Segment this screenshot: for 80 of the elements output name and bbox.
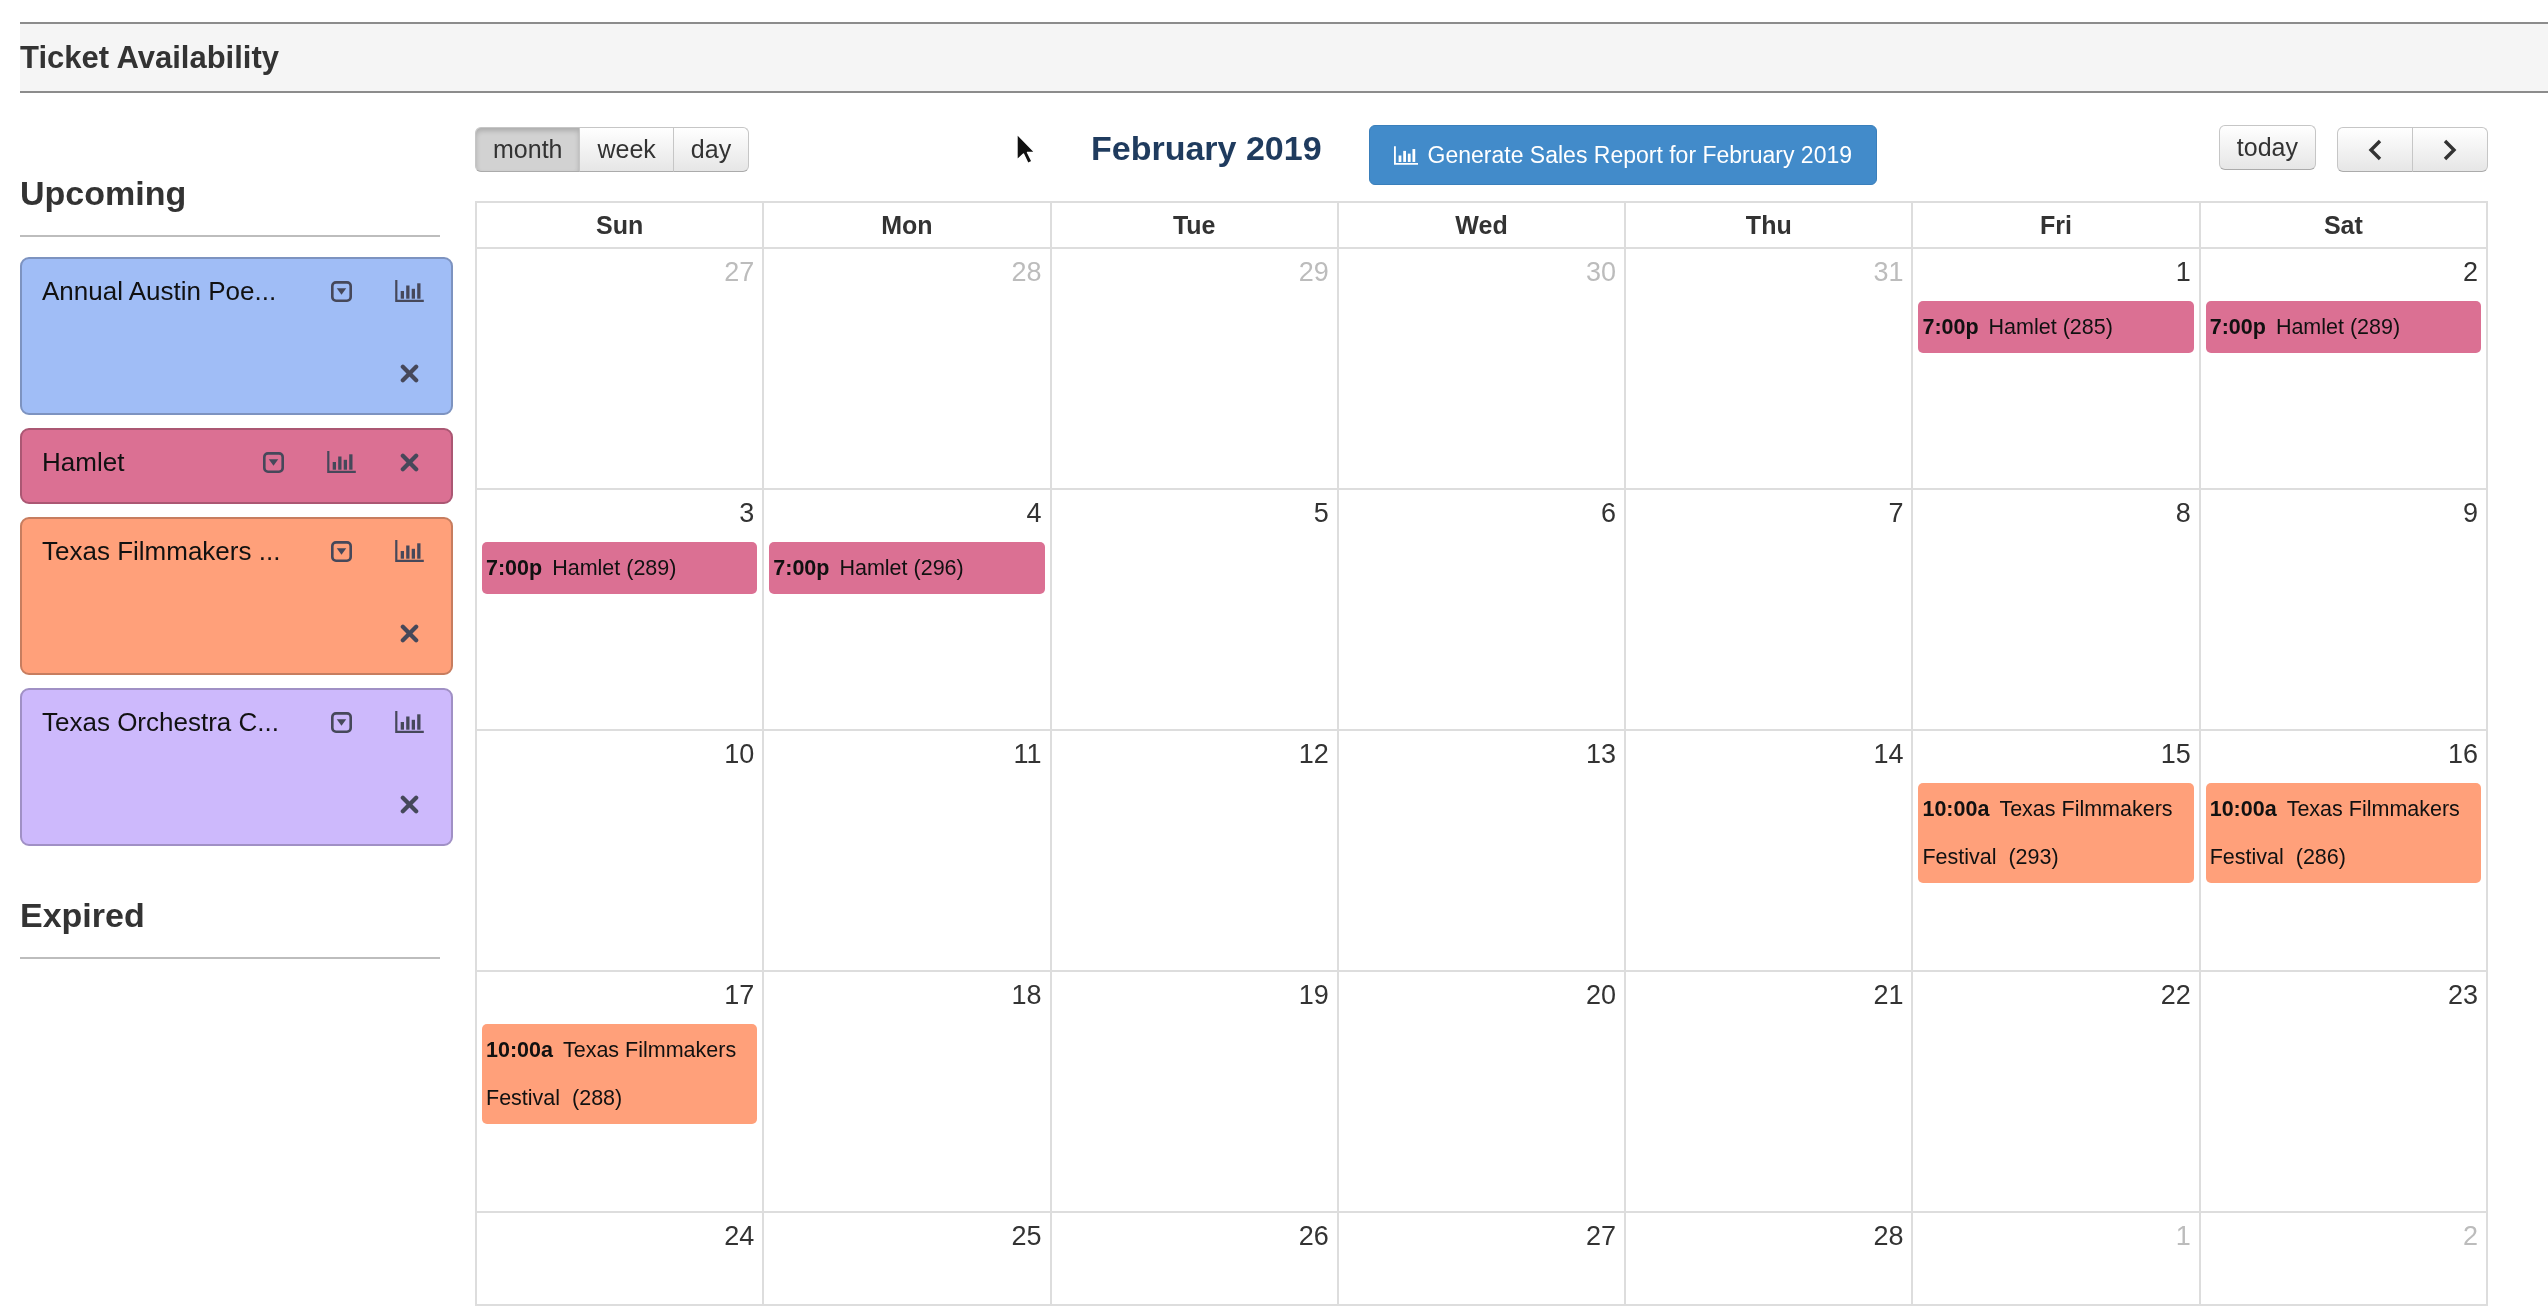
next-button[interactable] — [2412, 127, 2488, 172]
day-number: 16 — [2447, 738, 2478, 770]
event-name: Annual Austin Poe... — [42, 275, 277, 308]
weekday-label: Fri — [2040, 210, 2073, 240]
event-name: Texas Filmmakers ... — [42, 535, 281, 568]
day-number: 6 — [1601, 497, 1617, 529]
close-icon[interactable] — [399, 794, 419, 814]
caret-box-icon[interactable] — [330, 540, 352, 562]
day-number: 20 — [1586, 979, 1617, 1011]
day-number: 31 — [1873, 256, 1904, 288]
day-number: 3 — [739, 497, 755, 529]
day-number: 27 — [1586, 1220, 1617, 1252]
calendar-event[interactable]: 7:00p Hamlet (289) — [482, 542, 758, 594]
day-number: 12 — [1298, 738, 1329, 770]
day-number: 26 — [1298, 1220, 1329, 1252]
view-button[interactable]: week — [579, 127, 674, 172]
bar-chart-icon — [1393, 145, 1418, 165]
day-number: 4 — [1026, 497, 1042, 529]
mouse-cursor-icon — [1016, 133, 1036, 165]
day-number: 21 — [1873, 979, 1904, 1011]
calendar-event[interactable]: 7:00p Hamlet (289) — [2205, 301, 2481, 353]
chevron-right-icon — [2443, 138, 2457, 161]
calendar-event[interactable]: 10:00a Texas Filmmakers Festival (288) — [482, 1024, 758, 1124]
day-number: 22 — [2160, 979, 2191, 1011]
caret-box-icon[interactable] — [330, 711, 352, 733]
day-number: 15 — [2160, 738, 2191, 770]
calendar-event[interactable]: 7:00p Hamlet (296) — [769, 542, 1045, 594]
day-number: 2 — [2462, 256, 2478, 288]
event-name: Hamlet — [42, 446, 125, 479]
day-number: 23 — [2447, 979, 2478, 1011]
previous-button[interactable] — [2337, 127, 2413, 172]
section-heading: Upcoming — [20, 173, 187, 213]
day-number: 1 — [2175, 256, 2191, 288]
day-number: 29 — [1298, 256, 1329, 288]
generate-report-button[interactable]: Generate Sales Report for February 2019 — [1368, 125, 1878, 185]
calendar-event[interactable]: 10:00a Texas Filmmakers Festival (293) — [1918, 783, 2194, 883]
section-heading: Expired — [20, 895, 145, 935]
view-button[interactable]: month — [475, 127, 581, 172]
day-number: 8 — [2175, 497, 2191, 529]
weekday-label: Thu — [1745, 210, 1792, 240]
day-number: 7 — [1888, 497, 1904, 529]
day-number: 18 — [1011, 979, 1042, 1011]
close-icon[interactable] — [399, 452, 419, 472]
day-number: 28 — [1873, 1220, 1904, 1252]
day-number: 9 — [2462, 497, 2478, 529]
caret-box-icon[interactable] — [330, 280, 352, 302]
bar-chart-icon[interactable] — [326, 451, 356, 473]
day-number: 13 — [1586, 738, 1617, 770]
day-number: 11 — [1013, 738, 1042, 770]
day-number: 19 — [1298, 979, 1329, 1011]
day-number: 17 — [724, 979, 755, 1011]
day-number: 14 — [1873, 738, 1904, 770]
day-number: 5 — [1313, 497, 1329, 529]
bar-chart-icon[interactable] — [394, 280, 424, 302]
weekday-label: Sat — [2323, 210, 2363, 240]
page-title: Ticket Availability — [20, 38, 280, 77]
calendar-title: February 2019 — [1090, 128, 1322, 169]
weekday-label: Wed — [1455, 210, 1508, 240]
day-number: 1 — [2175, 1220, 2191, 1252]
weekday-label: Sun — [596, 210, 644, 240]
day-number: 24 — [724, 1220, 755, 1252]
calendar-event[interactable]: 10:00a Texas Filmmakers Festival (286) — [2205, 783, 2481, 883]
close-icon[interactable] — [399, 363, 419, 383]
chevron-left-icon — [2368, 138, 2382, 161]
day-number: 27 — [724, 256, 755, 288]
today-button[interactable]: today — [2218, 125, 2316, 170]
caret-box-icon[interactable] — [262, 451, 284, 473]
day-number: 10 — [724, 738, 755, 770]
bar-chart-icon[interactable] — [394, 540, 424, 562]
event-name: Texas Orchestra C... — [42, 706, 279, 739]
bar-chart-icon[interactable] — [394, 711, 424, 733]
weekday-label: Mon — [881, 210, 933, 240]
calendar-event[interactable]: 7:00p Hamlet (285) — [1918, 301, 2194, 353]
day-number: 25 — [1011, 1220, 1042, 1252]
day-number: 30 — [1586, 256, 1617, 288]
day-number: 28 — [1011, 256, 1042, 288]
close-icon[interactable] — [399, 623, 419, 643]
day-number: 2 — [2462, 1220, 2478, 1252]
weekday-label: Tue — [1172, 210, 1216, 240]
view-button[interactable]: day — [672, 127, 750, 172]
